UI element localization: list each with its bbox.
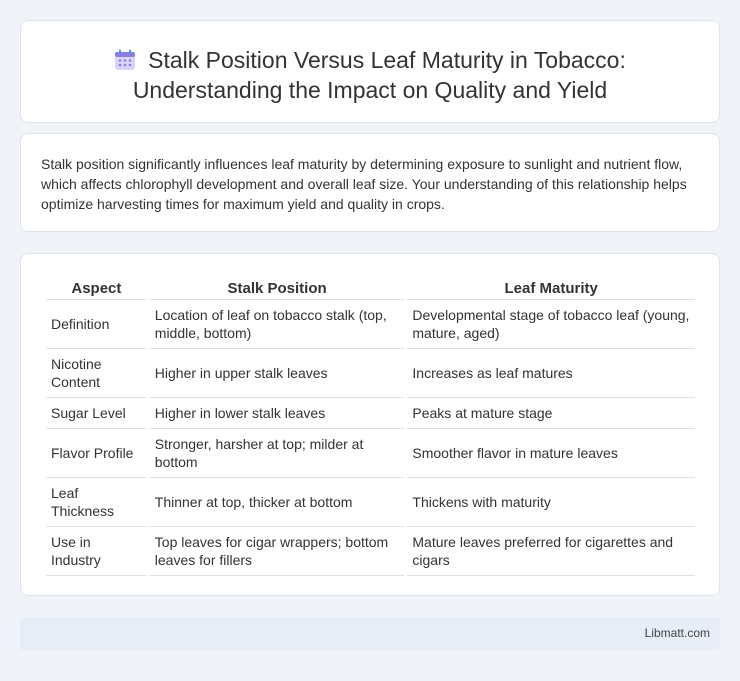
- table-row: Sugar Level Higher in lower stalk leaves…: [46, 398, 695, 429]
- table-header-row: Aspect Stalk Position Leaf Maturity: [46, 274, 695, 300]
- row-leaf-maturity: Thickens with maturity: [407, 478, 695, 527]
- footer: Libmatt.com: [20, 617, 720, 650]
- header-stalk-position: Stalk Position: [149, 274, 405, 300]
- row-leaf-maturity: Developmental stage of tobacco leaf (you…: [407, 300, 695, 349]
- row-stalk-position: Top leaves for cigar wrappers; bottom le…: [149, 527, 405, 576]
- row-aspect: Use in Industry: [46, 527, 147, 576]
- table-row: Use in Industry Top leaves for cigar wra…: [46, 527, 695, 576]
- row-aspect: Sugar Level: [46, 398, 147, 429]
- title-card: Stalk Position Versus Leaf Maturity in T…: [20, 20, 720, 123]
- row-aspect: Nicotine Content: [46, 349, 147, 398]
- row-stalk-position: Higher in lower stalk leaves: [149, 398, 405, 429]
- title-line-1: Stalk Position Versus Leaf Maturity in T…: [148, 47, 626, 73]
- row-leaf-maturity: Increases as leaf matures: [407, 349, 695, 398]
- header-leaf-maturity: Leaf Maturity: [407, 274, 695, 300]
- intro-card: Stalk position significantly influences …: [20, 133, 720, 232]
- table-row: Flavor Profile Stronger, harsher at top;…: [46, 429, 695, 478]
- calendar-icon: [115, 49, 136, 70]
- title-line-2: Understanding the Impact on Quality and …: [132, 77, 608, 103]
- comparison-table: Aspect Stalk Position Leaf Maturity Defi…: [43, 274, 698, 576]
- footer-site-link[interactable]: Libmatt.com: [645, 626, 710, 640]
- row-stalk-position: Higher in upper stalk leaves: [149, 349, 405, 398]
- table-row: Definition Location of leaf on tobacco s…: [46, 300, 695, 349]
- row-leaf-maturity: Mature leaves preferred for cigarettes a…: [407, 527, 695, 576]
- row-leaf-maturity: Smoother flavor in mature leaves: [407, 429, 695, 478]
- row-stalk-position: Location of leaf on tobacco stalk (top, …: [149, 300, 405, 349]
- row-aspect: Definition: [46, 300, 147, 349]
- header-aspect: Aspect: [46, 274, 147, 300]
- table-row: Nicotine Content Higher in upper stalk l…: [46, 349, 695, 398]
- row-aspect: Flavor Profile: [46, 429, 147, 478]
- row-leaf-maturity: Peaks at mature stage: [407, 398, 695, 429]
- row-stalk-position: Stronger, harsher at top; milder at bott…: [149, 429, 405, 478]
- row-stalk-position: Thinner at top, thicker at bottom: [149, 478, 405, 527]
- intro-paragraph: Stalk position significantly influences …: [41, 156, 687, 212]
- comparison-table-card: Aspect Stalk Position Leaf Maturity Defi…: [20, 253, 720, 596]
- page-title: Stalk Position Versus Leaf Maturity in T…: [21, 45, 719, 105]
- row-aspect: Leaf Thickness: [46, 478, 147, 527]
- table-row: Leaf Thickness Thinner at top, thicker a…: [46, 478, 695, 527]
